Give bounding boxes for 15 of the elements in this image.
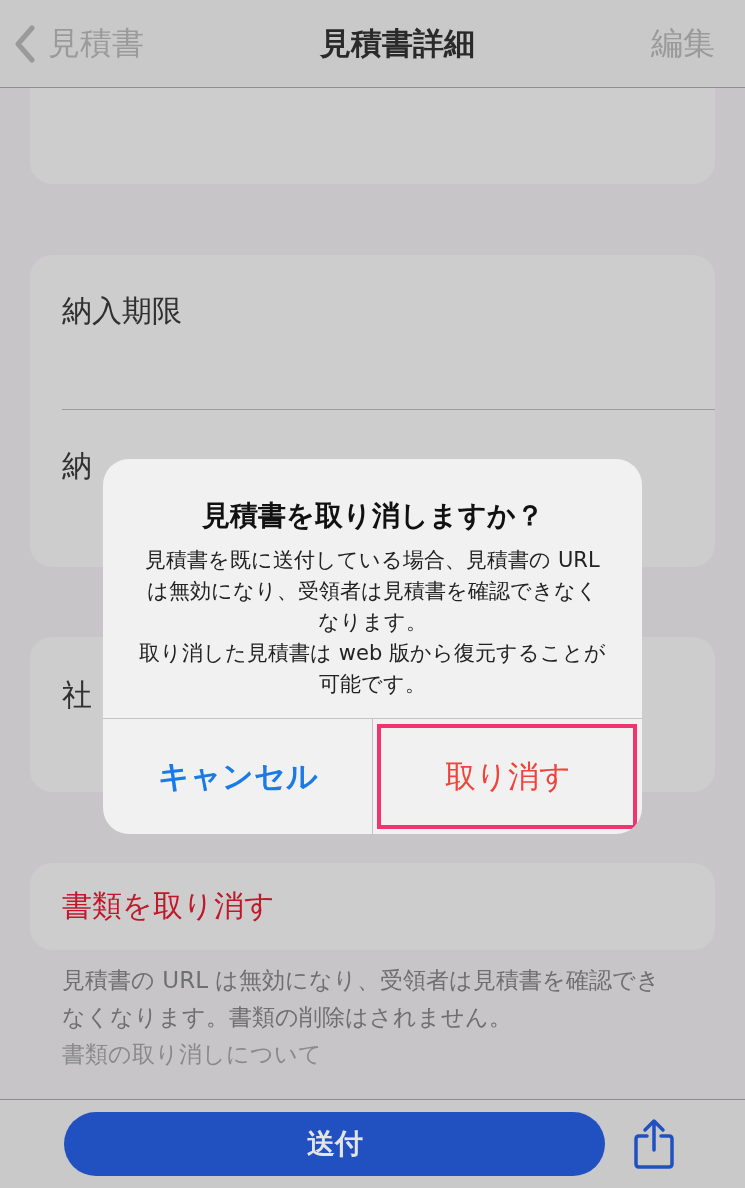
alert-message: 取り消した見積書は web 版から復元することが可能です。 xyxy=(138,640,607,698)
chevron-left-icon xyxy=(14,24,36,63)
cancel-button[interactable]: キャンセル xyxy=(103,719,372,834)
alert-title: 見積書を取り消しますか？ xyxy=(200,498,545,534)
help-link[interactable]: 書類の取り消しについて xyxy=(62,1041,322,1067)
field-label: 納 xyxy=(62,448,92,483)
field-label: 納入期限 xyxy=(62,292,183,330)
footnote-text: 見積書の URL は無効になり、受領者は見積書を確認できなくなります。書類の削除はされません。 書類の取り消しについて xyxy=(61,966,662,1069)
share-icon[interactable] xyxy=(633,1118,675,1170)
cancel-document-button[interactable]: 書類を取り消す xyxy=(30,863,715,950)
revoke-button[interactable]: 取り消す xyxy=(372,719,642,834)
send-button[interactable]: 送付 xyxy=(64,1112,605,1176)
alert-message: 見積書を既に送付している場合、見積書の URL は無効になり、受領者は見積書を確認できなくなります。 xyxy=(144,547,601,636)
screen-title: 見積書詳細 xyxy=(320,23,475,63)
field-label: 社 xyxy=(62,677,92,712)
